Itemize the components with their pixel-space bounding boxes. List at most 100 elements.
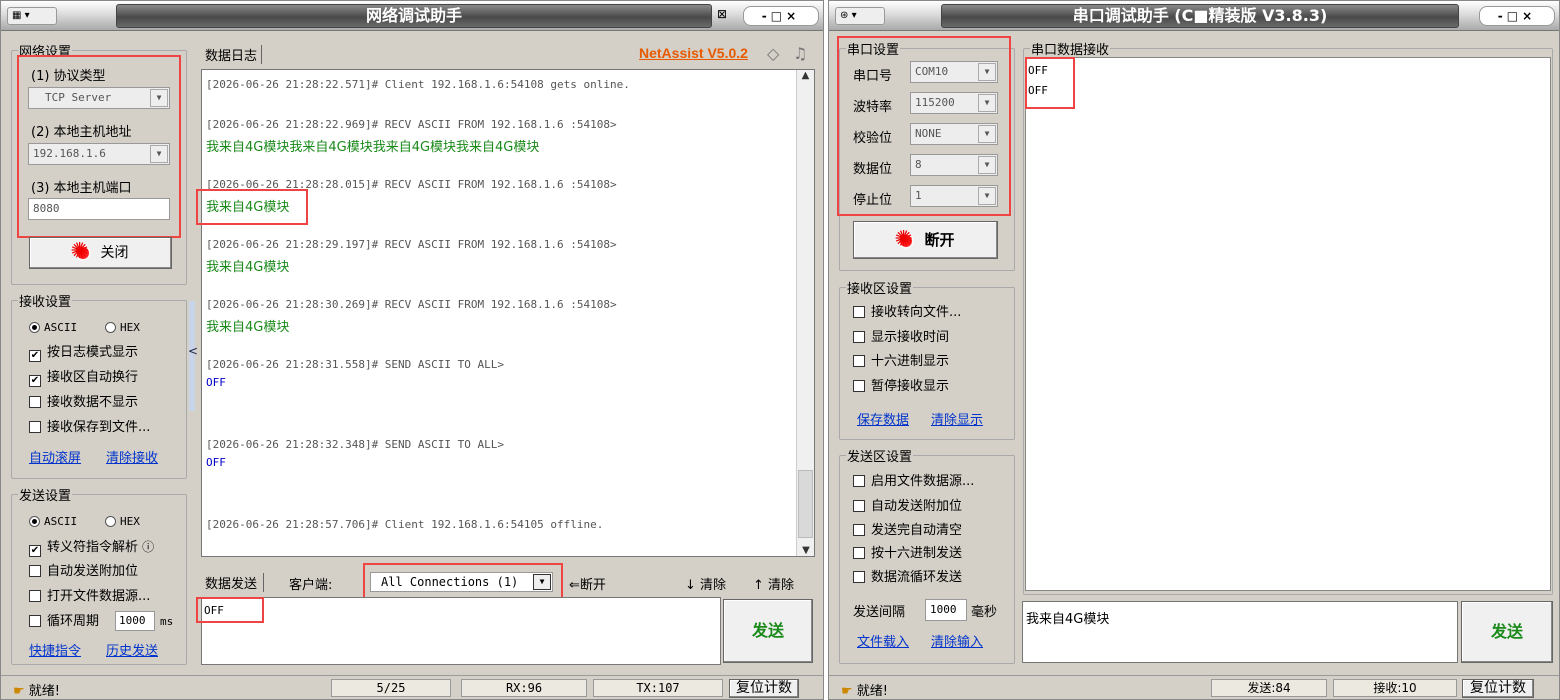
chevron-down-icon[interactable]: ▼ [978, 94, 996, 112]
maximize-icon[interactable]: □ [771, 9, 786, 23]
close-icon[interactable]: × [786, 9, 800, 23]
system-menu-button[interactable]: ⊛ ▾ [835, 7, 885, 25]
port-field-select[interactable]: NONE ▼ [910, 123, 998, 145]
hex-display-checkbox[interactable]: 十六进制显示 [853, 353, 949, 371]
recv-autowrap-checkbox[interactable]: ✔ 接收区自动换行 [29, 369, 138, 387]
hex-send-checkbox[interactable]: 按十六进制发送 [853, 545, 962, 563]
port-field-value: NONE [915, 127, 942, 140]
recv-log-mode-checkbox[interactable]: ✔ 按日志模式显示 [29, 344, 138, 362]
minimize-icon[interactable]: - [762, 9, 771, 23]
reset-count-button[interactable]: 复位计数 [1462, 679, 1534, 698]
maximize-icon[interactable]: □ [1507, 9, 1522, 23]
port-field-select[interactable]: 115200 ▼ [910, 92, 998, 114]
window-controls[interactable]: -□× [1479, 6, 1555, 26]
show-recv-time-checkbox[interactable]: 显示接收时间 [853, 329, 949, 347]
auto-scroll-link[interactable]: 自动滚屏 [29, 447, 81, 466]
loop-send-checkbox[interactable]: 数据流循环发送 [853, 569, 962, 587]
send-hex-radio[interactable]: HEX [105, 515, 140, 528]
send-input[interactable]: OFF [201, 597, 721, 665]
file-source-checkbox[interactable]: 启用文件数据源... [853, 473, 974, 491]
clear-send-button[interactable]: ↑ 清除 [753, 574, 794, 593]
recv-to-file-checkbox[interactable]: 接收转向文件... [853, 304, 961, 322]
tab-data-log[interactable]: 数据日志 [205, 45, 263, 64]
save-data-link[interactable]: 保存数据 [857, 409, 909, 428]
clear-recv-link[interactable]: 清除接收 [106, 447, 158, 466]
recv-hex-radio[interactable]: HEX [105, 321, 140, 334]
port-field-label: 停止位 [853, 193, 893, 208]
chevron-down-icon[interactable]: ▼ [533, 574, 551, 590]
cycle-input[interactable]: 1000 [115, 611, 155, 631]
scroll-down-icon[interactable]: ▼ [797, 545, 814, 556]
disconnect-port-button[interactable]: 断开 [853, 221, 998, 259]
interval-input[interactable]: 1000 [925, 599, 967, 621]
status-sent: 发送:84 [1211, 679, 1327, 697]
system-menu-button[interactable]: ▦ ▾ [7, 7, 57, 25]
port-field-select[interactable]: 1 ▼ [910, 185, 998, 207]
collapse-arrow-icon[interactable]: < [188, 344, 198, 358]
host-select[interactable]: 192.168.1.6 ▼ [28, 143, 170, 165]
port-field-select[interactable]: COM10 ▼ [910, 61, 998, 83]
window-controls[interactable]: -□× [743, 6, 819, 26]
send-input[interactable]: 我来自4G模块 [1022, 601, 1458, 663]
recv-hide-checkbox[interactable]: 接收数据不显示 [29, 394, 138, 412]
cycle-checkbox[interactable]: 循环周期 [29, 613, 99, 631]
chevron-down-icon[interactable]: ▼ [978, 156, 996, 174]
clear-log-button[interactable]: ↓ 清除 [685, 574, 726, 593]
disconnect-client-button[interactable]: ⇐断开 [569, 574, 606, 593]
pause-recv-checkbox[interactable]: 暂停接收显示 [853, 378, 949, 396]
diamond-icon[interactable]: ◇ [767, 44, 779, 63]
clear-display-link[interactable]: 清除显示 [931, 409, 983, 428]
scroll-thumb[interactable] [798, 470, 813, 538]
reset-count-button[interactable]: 复位计数 [729, 679, 799, 698]
chevron-down-icon[interactable]: ▼ [978, 125, 996, 143]
history-send-link[interactable]: 历史发送 [106, 640, 158, 659]
port-field-select[interactable]: 8 ▼ [910, 154, 998, 176]
tab-data-send[interactable]: 数据发送 [205, 573, 265, 592]
window-title: 串口调试助手 (C■精装版 V3.8.3) [941, 4, 1459, 28]
escape-parse-checkbox[interactable]: ✔ 转义符指令解析 ⓘ [29, 538, 154, 557]
scroll-up-icon[interactable]: ▲ [797, 70, 814, 81]
auto-clear-checkbox[interactable]: 发送完自动清空 [853, 522, 962, 540]
file-source-checkbox[interactable]: 打开文件数据源... [29, 588, 150, 606]
log-data-line: OFF [206, 456, 226, 469]
send-ascii-radio[interactable]: ASCII [29, 515, 77, 528]
send-button[interactable]: 发送 [723, 599, 813, 663]
recv-pane[interactable]: OFF OFF [1025, 57, 1551, 591]
chevron-down-icon[interactable]: ▼ [150, 89, 168, 107]
port-field-value: 8 [915, 158, 922, 171]
chevron-down-icon[interactable]: ▼ [978, 63, 996, 81]
recv-legend: 串口数据接收 [1031, 43, 1110, 58]
client-select[interactable]: All Connections (1) ▼ [370, 572, 553, 592]
send-button[interactable]: 发送 [1461, 601, 1553, 663]
load-file-link[interactable]: 文件载入 [857, 631, 909, 650]
interval-label: 发送间隔 [853, 605, 906, 620]
info-icon[interactable]: ⓘ [142, 540, 154, 554]
log-header-line: [2026-06-26 21:28:31.558]# SEND ASCII TO… [206, 358, 505, 371]
proto-select[interactable]: TCP Server ▼ [28, 87, 170, 109]
auto-append-checkbox[interactable]: 自动发送附加位 [853, 498, 962, 516]
port-label: (3) 本地主机端口 [31, 181, 132, 196]
port-field-value: 115200 [915, 96, 955, 109]
send-settings-legend: 发送设置 [19, 489, 72, 504]
bell-icon[interactable]: ♫ [793, 44, 807, 63]
auto-append-checkbox[interactable]: 自动发送附加位 [29, 563, 138, 581]
chevron-down-icon[interactable]: ▼ [978, 187, 996, 205]
port-field-value: 1 [915, 189, 922, 202]
minimize-icon[interactable]: - [1498, 9, 1507, 23]
port-input[interactable]: 8080 [28, 198, 170, 220]
close-icon[interactable]: × [1522, 9, 1536, 23]
brand-link[interactable]: NetAssist V5.0.2 [639, 45, 748, 61]
pin-icon[interactable]: ⊠ [717, 7, 727, 21]
recv-ascii-radio[interactable]: ASCII [29, 321, 77, 334]
clear-input-link[interactable]: 清除输入 [931, 631, 983, 650]
status-ready: ☛ 就绪! [841, 684, 889, 699]
recv-save-file-checkbox[interactable]: 接收保存到文件... [29, 419, 150, 437]
chevron-down-icon[interactable]: ▼ [150, 145, 168, 163]
port-field-label: 校验位 [853, 131, 893, 146]
hand-icon: ☛ [13, 684, 25, 699]
close-connection-button[interactable]: 关闭 [29, 237, 172, 269]
log-scrollbar[interactable]: ▲ ▼ [796, 70, 814, 556]
cycle-unit: ms [160, 615, 174, 628]
data-log-pane[interactable]: [2026-06-26 21:28:22.571]# Client 192.16… [201, 69, 815, 557]
quick-cmd-link[interactable]: 快捷指令 [29, 640, 81, 659]
